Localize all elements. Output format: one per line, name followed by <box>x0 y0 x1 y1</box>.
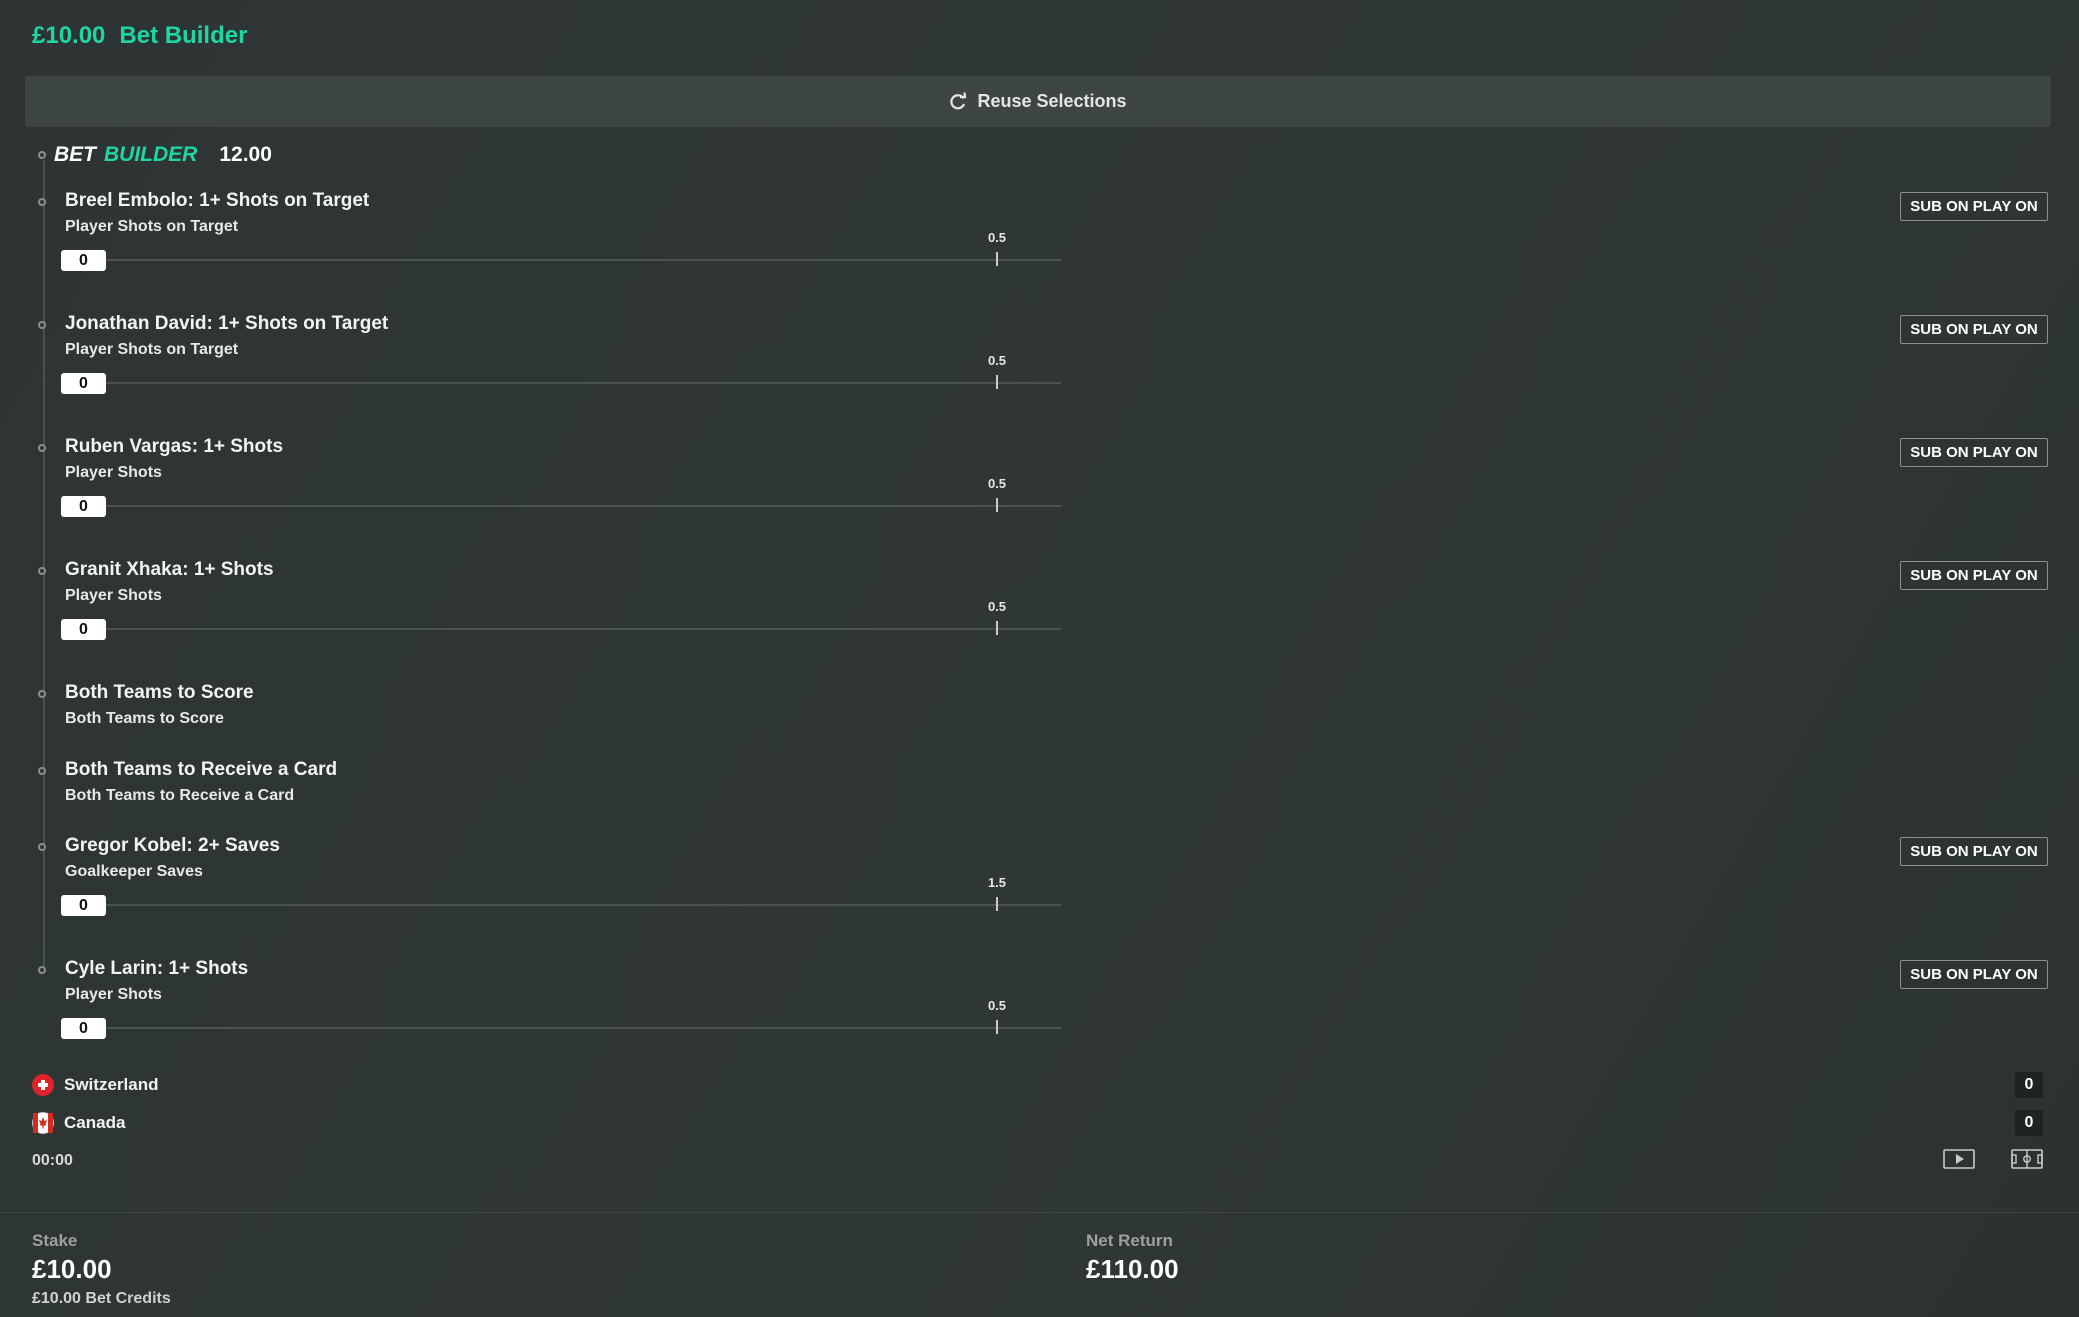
sub-on-play-on-button[interactable]: SUB ON PLAY ON <box>1900 960 2048 989</box>
selection-market: Player Shots <box>65 587 162 604</box>
selection-row: Gregor Kobel: 2+ Saves Goalkeeper Saves SU… <box>38 835 2048 935</box>
timeline-dot <box>38 767 46 775</box>
timeline-dot <box>38 321 46 329</box>
selection-row: Ruben Vargas: 1+ Shots Player Shots SUB ON… <box>38 436 2048 536</box>
selection-row: Both Teams to Receive a Card Both Teams t… <box>38 759 2048 819</box>
timeline-dot <box>38 567 46 575</box>
team-score: 0 <box>2015 1110 2043 1136</box>
stat-progress-tracker: 0.5 0 <box>61 599 1061 643</box>
net-return-value: £110.00 <box>1086 1254 1179 1284</box>
selection-title: Both Teams to Receive a Card <box>65 759 338 780</box>
bet-builder-word-builder: BUILDER <box>104 143 198 166</box>
stat-progress-tracker: 0.5 0 <box>61 998 1061 1042</box>
match-clock: 00:00 <box>32 1152 73 1169</box>
progress-track <box>101 382 1061 384</box>
selection-title: Breel Embolo: 1+ Shots on Target <box>65 190 370 211</box>
reuse-selections-label: Reuse Selections <box>977 91 1127 111</box>
selection-title: Both Teams to Score <box>65 682 254 703</box>
current-value-badge: 0 <box>61 619 106 640</box>
play-video-icon[interactable] <box>1943 1149 1975 1174</box>
progress-track <box>101 904 1061 906</box>
stat-progress-tracker: 0.5 0 <box>61 353 1061 397</box>
target-value: 0.5 <box>987 353 1007 368</box>
bet-builder-heading: BET BUILDER 12.00 <box>38 143 272 167</box>
selection-row: Both Teams to Score Both Teams to Score <box>38 682 2048 742</box>
current-value-badge: 0 <box>61 250 106 271</box>
selection-row: Breel Embolo: 1+ Shots on Target Player S… <box>38 190 2048 290</box>
target-tick <box>996 1020 998 1034</box>
header-stake: £10.00 <box>32 22 106 49</box>
progress-track <box>101 1027 1061 1029</box>
current-value-badge: 0 <box>61 496 106 517</box>
sub-on-play-on-button[interactable]: SUB ON PLAY ON <box>1900 561 2048 590</box>
stake-value: £10.00 <box>32 1254 112 1284</box>
progress-track <box>101 628 1061 630</box>
target-value: 0.5 <box>987 476 1007 491</box>
reuse-selections-button[interactable]: Reuse Selections <box>25 76 2051 127</box>
selection-title: Gregor Kobel: 2+ Saves <box>65 835 280 856</box>
target-value: 0.5 <box>987 998 1007 1013</box>
team-row-switzerland: Switzerland 0 <box>32 1072 2043 1098</box>
current-value-badge: 0 <box>61 373 106 394</box>
switzerland-flag-icon <box>32 1074 54 1096</box>
bet-credits: £10.00 Bet Credits <box>32 1290 171 1307</box>
selection-title: Ruben Vargas: 1+ Shots <box>65 436 284 457</box>
match-media-controls <box>1943 1149 2043 1174</box>
timeline-dot <box>38 966 46 974</box>
bet-slip-panel: £10.00 Bet Builder Reuse Selections BET … <box>0 0 2079 1317</box>
target-tick <box>996 621 998 635</box>
timeline-dot <box>38 843 46 851</box>
selection-market: Player Shots <box>65 986 162 1003</box>
bet-header: £10.00 Bet Builder <box>32 22 247 50</box>
selection-market: Goalkeeper Saves <box>65 863 203 880</box>
selection-row: Granit Xhaka: 1+ Shots Player Shots SUB ON… <box>38 559 2048 659</box>
target-value: 0.5 <box>987 599 1007 614</box>
selection-row: Cyle Larin: 1+ Shots Player Shots SUB ON P… <box>38 958 2048 1058</box>
selection-market: Player Shots on Target <box>65 218 239 235</box>
stat-progress-tracker: 0.5 0 <box>61 230 1061 274</box>
selection-market: Both Teams to Receive a Card <box>65 787 295 804</box>
target-value: 0.5 <box>987 230 1007 245</box>
selection-row: Jonathan David: 1+ Shots on Target Player… <box>38 313 2048 413</box>
stake-label: Stake <box>32 1231 78 1250</box>
target-tick <box>996 897 998 911</box>
selection-title: Cyle Larin: 1+ Shots <box>65 958 249 979</box>
selection-market: Player Shots on Target <box>65 341 239 358</box>
refresh-icon <box>949 91 967 112</box>
team-name: Canada <box>64 1113 126 1132</box>
sub-on-play-on-button[interactable]: SUB ON PLAY ON <box>1900 837 2048 866</box>
progress-track <box>101 259 1061 261</box>
timeline-dot <box>38 151 46 159</box>
stat-progress-tracker: 1.5 0 <box>61 875 1061 919</box>
timeline-dot <box>38 690 46 698</box>
pitch-icon[interactable] <box>2011 1149 2043 1174</box>
current-value-badge: 0 <box>61 895 106 916</box>
timeline-dot <box>38 198 46 206</box>
bet-builder-odds: 12.00 <box>219 143 272 166</box>
selection-market: Both Teams to Score <box>65 710 224 727</box>
selection-market: Player Shots <box>65 464 162 481</box>
target-tick <box>996 375 998 389</box>
canada-flag-icon <box>32 1112 54 1134</box>
progress-track <box>101 505 1061 507</box>
team-score: 0 <box>2015 1072 2043 1098</box>
bet-builder-word-bet: BET <box>54 143 96 166</box>
net-return-label: Net Return <box>1086 1231 1173 1250</box>
sub-on-play-on-button[interactable]: SUB ON PLAY ON <box>1900 192 2048 221</box>
selection-title: Granit Xhaka: 1+ Shots <box>65 559 274 580</box>
target-tick <box>996 498 998 512</box>
team-row-canada: Canada 0 <box>32 1110 2043 1136</box>
footer-divider <box>0 1212 2079 1213</box>
sub-on-play-on-button[interactable]: SUB ON PLAY ON <box>1900 315 2048 344</box>
target-tick <box>996 252 998 266</box>
current-value-badge: 0 <box>61 1018 106 1039</box>
selection-title: Jonathan David: 1+ Shots on Target <box>65 313 389 334</box>
header-title: Bet Builder <box>119 22 248 49</box>
target-value: 1.5 <box>987 875 1007 890</box>
team-name: Switzerland <box>64 1075 159 1094</box>
sub-on-play-on-button[interactable]: SUB ON PLAY ON <box>1900 438 2048 467</box>
timeline-dot <box>38 444 46 452</box>
stat-progress-tracker: 0.5 0 <box>61 476 1061 520</box>
